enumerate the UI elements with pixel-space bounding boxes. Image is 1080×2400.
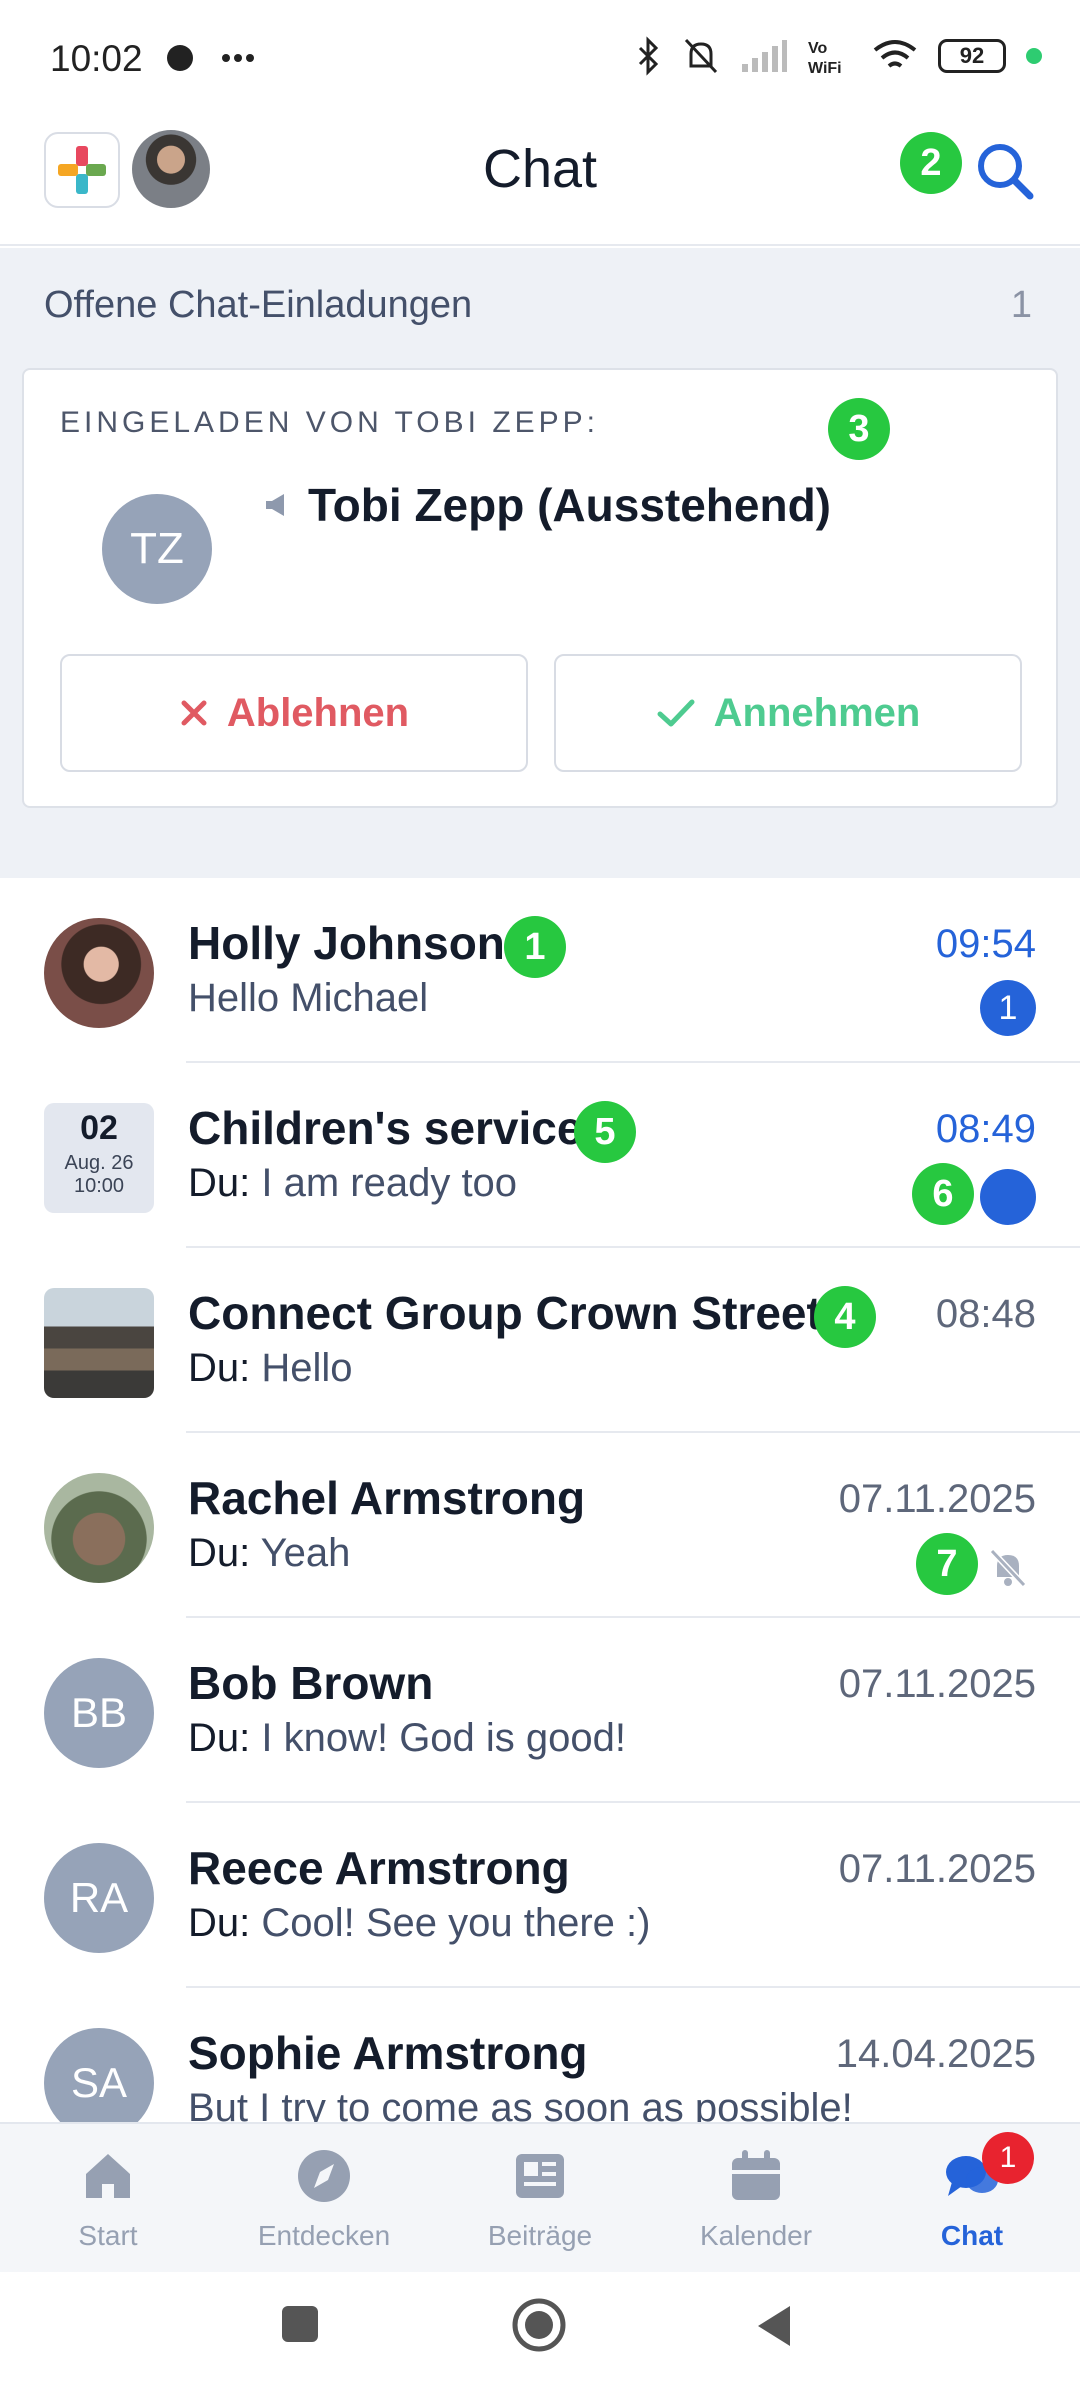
privacy-dot bbox=[1026, 48, 1042, 64]
chat-name: Sophie Armstrong bbox=[188, 2027, 588, 2079]
unread-dot bbox=[980, 1169, 1036, 1225]
chat-preview: Du: Yeah bbox=[188, 1531, 351, 1575]
annotation-marker-2: 2 bbox=[900, 132, 962, 194]
status-left-icons bbox=[162, 40, 256, 76]
decline-button[interactable]: Ablehnen bbox=[60, 654, 528, 772]
event-day: 02 bbox=[80, 1109, 118, 1147]
chat-list: Holly Johnson 1 Hello Michael 09:54 1 02… bbox=[0, 878, 1080, 2173]
vowifi-icon: Vo WiFi bbox=[808, 40, 842, 76]
avatar: BB bbox=[44, 1658, 154, 1768]
chat-preview: Du: Hello bbox=[188, 1346, 353, 1390]
chat-time: 08:48 bbox=[935, 1292, 1036, 1336]
chat-time: 07.11.2025 bbox=[838, 1847, 1036, 1891]
nav-item-kalender[interactable]: Kalender bbox=[648, 2124, 864, 2272]
chat-preview: Du: I know! God is good! bbox=[188, 1716, 627, 1760]
nav-label: Beiträge bbox=[487, 2220, 593, 2251]
bottom-navigation: Start Entdecken Beiträge Kalender 1 Chat bbox=[0, 2122, 1080, 2272]
chat-name: Children's service bbox=[188, 1102, 583, 1154]
recent-apps-icon[interactable] bbox=[278, 2302, 322, 2346]
chat-item-childrens-service[interactable]: 02 Aug. 26 10:00 Children's service 5 Du… bbox=[0, 1063, 1080, 1248]
home-button-icon[interactable] bbox=[510, 2296, 568, 2354]
avatar: RA bbox=[44, 1843, 154, 1953]
chat-name: Reece Armstrong bbox=[188, 1842, 570, 1894]
invited-by-label: EINGELADEN VON TOBI ZEPP: bbox=[60, 406, 600, 439]
group-avatar bbox=[44, 1288, 154, 1398]
status-bar: 10:02 Vo WiFi 92 bbox=[0, 0, 1080, 110]
annotation-marker-1: 1 bbox=[504, 916, 566, 978]
chat-name: Rachel Armstrong bbox=[188, 1472, 586, 1524]
newspaper-icon bbox=[516, 2154, 564, 2198]
nav-item-start[interactable]: Start bbox=[0, 2124, 216, 2272]
chat-preview: Hello Michael bbox=[188, 976, 429, 1020]
chat-invitations-section: Offene Chat-Einladungen 1 EINGELADEN VON… bbox=[0, 248, 1080, 878]
annotation-marker-5: 5 bbox=[574, 1101, 636, 1163]
annotation-marker-3: 3 bbox=[828, 398, 890, 460]
chat-time: 08:49 bbox=[935, 1107, 1036, 1151]
nav-item-beitraege[interactable]: Beiträge bbox=[432, 2124, 648, 2272]
chat-name: Bob Brown bbox=[188, 1657, 434, 1709]
chat-item-reece-armstrong[interactable]: RA Reece Armstrong Du: Cool! See you the… bbox=[0, 1803, 1080, 1988]
nav-label: Start bbox=[78, 2220, 138, 2251]
wifi-icon bbox=[873, 40, 917, 68]
nav-label: Chat bbox=[940, 2220, 1004, 2251]
accept-label: Annehmen bbox=[713, 690, 921, 735]
chat-name: Connect Group Crown Street bbox=[188, 1287, 822, 1339]
back-icon[interactable] bbox=[752, 2302, 796, 2350]
chat-item-bob-brown[interactable]: BB Bob Brown Du: I know! God is good! 07… bbox=[0, 1618, 1080, 1803]
chat-time: 09:54 bbox=[935, 922, 1036, 966]
nav-label: Entdecken bbox=[257, 2220, 391, 2251]
event-date-tile: 02 Aug. 26 10:00 bbox=[44, 1103, 154, 1213]
chat-preview: Du: I am ready too bbox=[188, 1161, 518, 1205]
compass-icon bbox=[298, 2150, 350, 2202]
event-month: Aug. 26 bbox=[64, 1152, 134, 1174]
invitation-card: EINGELADEN VON TOBI ZEPP: 3 TZ Tobi Zepp… bbox=[22, 368, 1058, 808]
battery-indicator: 92 bbox=[938, 39, 1006, 73]
chat-preview: Du: Cool! See you there :) bbox=[188, 1901, 651, 1945]
chat-item-connect-group[interactable]: Connect Group Crown Street 4 Du: Hello 0… bbox=[0, 1248, 1080, 1433]
avatar bbox=[44, 1473, 154, 1583]
avatar bbox=[44, 918, 154, 1028]
annotation-marker-6: 6 bbox=[912, 1163, 974, 1225]
home-icon bbox=[86, 2154, 130, 2198]
search-icon[interactable] bbox=[970, 136, 1040, 206]
calendar-icon bbox=[732, 2150, 780, 2200]
app-notification-icon bbox=[167, 45, 193, 71]
check-icon bbox=[657, 699, 695, 727]
svg-text:WiFi: WiFi bbox=[808, 60, 842, 76]
svg-text:Vo: Vo bbox=[808, 40, 827, 57]
decline-label: Ablehnen bbox=[226, 690, 410, 735]
bluetooth-icon bbox=[638, 36, 659, 76]
chat-name: Holly Johnson bbox=[188, 917, 505, 969]
system-navigation-bar bbox=[0, 2272, 1080, 2400]
more-dots-icon bbox=[222, 54, 254, 62]
app-header: Chat 2 bbox=[0, 110, 1080, 246]
chat-item-holly-johnson[interactable]: Holly Johnson 1 Hello Michael 09:54 1 bbox=[0, 878, 1080, 1063]
accept-button[interactable]: Annehmen bbox=[554, 654, 1022, 772]
nav-item-entdecken[interactable]: Entdecken bbox=[216, 2124, 432, 2272]
status-time: 10:02 bbox=[50, 38, 143, 79]
annotation-marker-4: 4 bbox=[814, 1286, 876, 1348]
chat-item-rachel-armstrong[interactable]: Rachel Armstrong Du: Yeah 07.11.2025 7 bbox=[0, 1433, 1080, 1618]
invitations-heading: Offene Chat-Einladungen bbox=[44, 284, 473, 326]
nav-item-chat[interactable]: 1 Chat bbox=[864, 2124, 1080, 2272]
unread-badge: 1 bbox=[980, 980, 1036, 1036]
invitations-count: 1 bbox=[1010, 284, 1032, 326]
invitation-title: Tobi Zepp (Ausstehend) bbox=[262, 478, 831, 532]
chat-time: 14.04.2025 bbox=[835, 2032, 1036, 2076]
chat-notification-badge: 1 bbox=[982, 2132, 1034, 2184]
chat-time: 07.11.2025 bbox=[838, 1477, 1036, 1521]
muted-bell-icon bbox=[989, 1548, 1027, 1588]
megaphone-icon bbox=[266, 494, 284, 516]
bell-off-icon bbox=[684, 38, 718, 74]
close-icon bbox=[181, 700, 207, 726]
status-right-icons: Vo WiFi 92 bbox=[636, 36, 1042, 76]
signal-icon bbox=[742, 40, 787, 72]
annotation-marker-7: 7 bbox=[916, 1533, 978, 1595]
chat-time: 07.11.2025 bbox=[838, 1662, 1036, 1706]
invitation-name: Tobi Zepp (Ausstehend) bbox=[308, 479, 832, 531]
nav-label: Kalender bbox=[699, 2220, 813, 2251]
event-time: 10:00 bbox=[73, 1175, 125, 1197]
invitation-avatar: TZ bbox=[102, 494, 212, 604]
